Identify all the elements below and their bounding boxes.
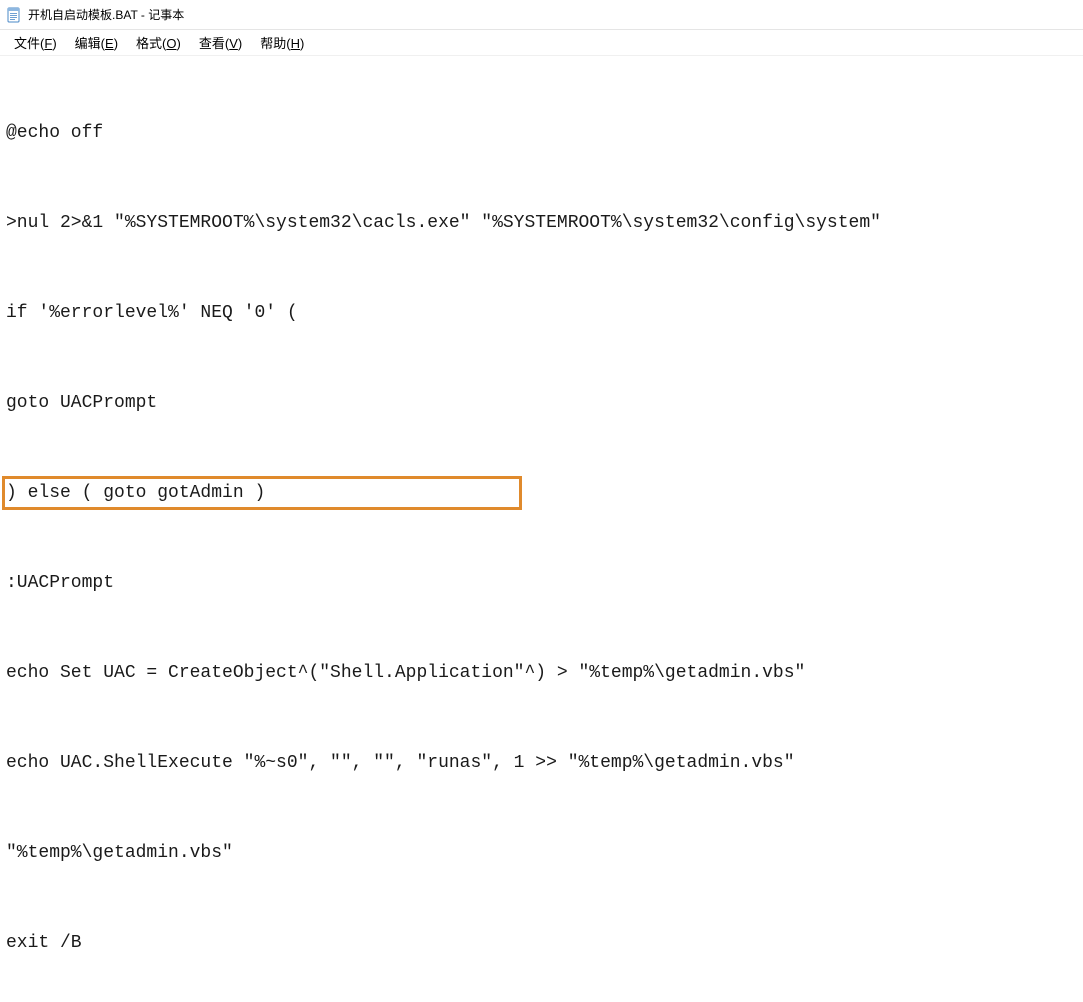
code-line: exit /B (6, 928, 1077, 958)
menu-edit-hotkey: E (105, 36, 114, 51)
menu-view-hotkey: V (229, 36, 238, 51)
code-line: :UACPrompt (6, 568, 1077, 598)
menu-edit-label: 编辑 (75, 36, 101, 51)
code-line: >nul 2>&1 "%SYSTEMROOT%\system32\cacls.e… (6, 208, 1077, 238)
menu-format[interactable]: 格式(O) (128, 31, 189, 54)
code-line: @echo off (6, 118, 1077, 148)
menu-view[interactable]: 查看(V) (191, 31, 250, 54)
titlebar: 开机自启动模板.BAT - 记事本 (0, 0, 1083, 30)
notepad-icon (6, 7, 22, 23)
menu-file[interactable]: 文件(F) (6, 31, 65, 54)
code-line: "%temp%\getadmin.vbs" (6, 838, 1077, 868)
menu-format-label: 格式 (136, 36, 162, 51)
menu-file-hotkey: F (44, 36, 52, 51)
menu-help-label: 帮助 (260, 36, 286, 51)
menubar: 文件(F) 编辑(E) 格式(O) 查看(V) 帮助(H) (0, 30, 1083, 56)
window-title: 开机自启动模板.BAT - 记事本 (28, 6, 184, 23)
menu-view-label: 查看 (199, 36, 225, 51)
menu-help[interactable]: 帮助(H) (252, 31, 312, 54)
menu-file-label: 文件 (14, 36, 40, 51)
code-line: echo UAC.ShellExecute "%~s0", "", "", "r… (6, 748, 1077, 778)
code-line: goto UACPrompt (6, 388, 1077, 418)
code-line: echo Set UAC = CreateObject^("Shell.Appl… (6, 658, 1077, 688)
menu-edit[interactable]: 编辑(E) (67, 31, 126, 54)
code-line: if '%errorlevel%' NEQ '0' ( (6, 298, 1077, 328)
code-line: ) else ( goto gotAdmin ) (6, 478, 1077, 508)
text-editor[interactable]: @echo off >nul 2>&1 "%SYSTEMROOT%\system… (0, 56, 1083, 1002)
menu-help-hotkey: H (291, 36, 300, 51)
menu-format-hotkey: O (166, 36, 176, 51)
